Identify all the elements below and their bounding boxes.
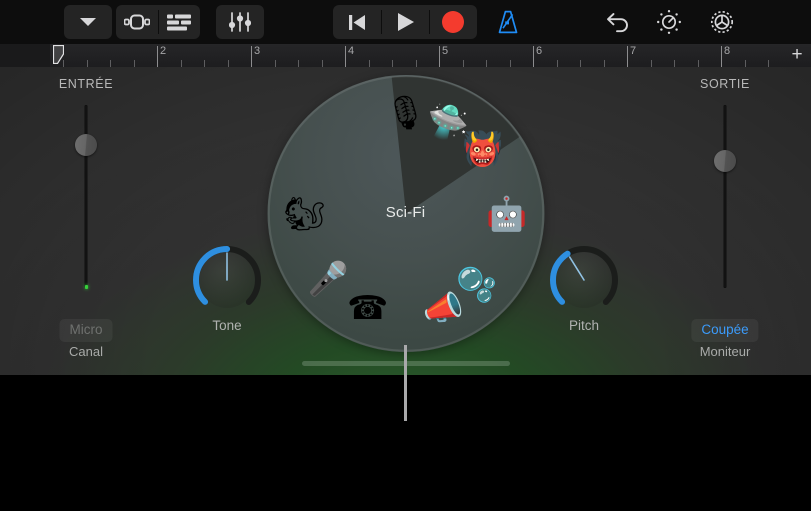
fx-button[interactable] <box>649 5 689 39</box>
tone-knob-label: Tone <box>212 318 242 333</box>
rewind-button[interactable] <box>333 5 381 39</box>
ruler-bar-number: 5 <box>442 45 449 57</box>
ruler-beat-tick <box>651 60 652 67</box>
ruler-beat-tick <box>275 60 276 67</box>
ruler-beat-tick <box>604 60 605 67</box>
fx-dial-icon <box>657 10 681 34</box>
view-switch-group <box>116 5 200 39</box>
ruler-beat-tick <box>204 60 205 67</box>
navigation-group <box>64 5 112 39</box>
mixer-group <box>216 5 264 39</box>
pitch-knob[interactable] <box>546 242 622 318</box>
ruler-beat-tick <box>322 60 323 67</box>
faders-icon <box>229 12 251 32</box>
ruler-bar-number: 2 <box>160 45 167 57</box>
input-level-slider[interactable] <box>84 105 88 288</box>
tone-knob-face <box>199 252 255 308</box>
ruler-beat-tick <box>557 60 558 67</box>
output-monitor-label: Moniteur <box>699 344 751 359</box>
undo-icon <box>607 13 628 33</box>
record-button[interactable] <box>429 5 477 39</box>
rewind-icon <box>349 14 365 30</box>
tracks-icon <box>167 14 191 30</box>
output-level-handle[interactable] <box>714 150 736 172</box>
ruler-beat-tick <box>228 60 229 67</box>
ruler-bar-number: 3 <box>254 45 261 57</box>
tone-knob[interactable] <box>189 242 265 318</box>
metronome-button[interactable] <box>488 5 528 39</box>
playhead-marker[interactable] <box>53 45 64 64</box>
input-strip: ENTRÉE Micro Canal <box>0 67 172 375</box>
input-channel-label: Canal <box>69 344 103 359</box>
ruler-beat-tick <box>510 60 511 67</box>
ruler-beat-tick <box>463 60 464 67</box>
ruler-beat-tick <box>416 60 417 67</box>
input-level-handle[interactable] <box>75 134 97 156</box>
ruler-beat-tick <box>674 60 675 67</box>
top-toolbar <box>0 0 811 45</box>
ruler-beat-tick <box>298 60 299 67</box>
output-title: SORTIE <box>700 77 750 91</box>
fx-karaoke[interactable]: 🎤 <box>301 251 355 305</box>
undo-button[interactable] <box>599 5 639 39</box>
ruler-bar-number: 8 <box>724 45 731 57</box>
instrument-view-button[interactable] <box>116 5 158 39</box>
wheel-center-label: Sci-Fi <box>385 203 426 221</box>
play-button[interactable] <box>381 5 429 39</box>
ruler-beat-tick <box>181 60 182 67</box>
ruler-bar-number: 7 <box>630 45 637 57</box>
tracks-view-button[interactable] <box>158 5 200 39</box>
chevron-down-icon <box>80 18 96 26</box>
voice-effect-wheel[interactable]: 🛸 🎙 👹 🤖 🫧 📣 ☎ 🎤 🐿 Sci-Fi <box>267 75 544 352</box>
ruler-beat-tick <box>486 60 487 67</box>
ruler-left-gutter <box>0 44 50 67</box>
play-icon <box>397 13 414 31</box>
fx-megaphone[interactable]: 📣 <box>416 280 470 334</box>
gear-icon <box>710 10 734 34</box>
output-monitor-button[interactable]: Coupée <box>691 319 759 342</box>
ruler-beat-tick <box>392 60 393 67</box>
pitch-knob-wrapper: Pitch <box>546 242 622 333</box>
ruler-bar-number: 6 <box>536 45 543 57</box>
transport-group <box>333 5 477 39</box>
garageband-audio-recorder: 2 3 4 5 6 7 8 + ENTRÉE Micro Canal SORTIE Coup… <box>0 0 811 511</box>
fx-microphone[interactable]: 🎙 <box>379 86 433 140</box>
ruler-bar-number: 4 <box>348 45 355 57</box>
ruler-beat-tick <box>87 60 88 67</box>
instrument-icon <box>124 14 150 30</box>
ruler-background <box>0 44 811 67</box>
fx-monster[interactable]: 👹 <box>456 122 510 176</box>
input-level-led <box>84 285 88 289</box>
tone-knob-wrapper: Tone <box>189 242 265 333</box>
ruler-beat-tick <box>698 60 699 67</box>
settings-button[interactable] <box>702 5 742 39</box>
ruler-beat-tick <box>745 60 746 67</box>
ruler-beat-tick <box>110 60 111 67</box>
metronome-icon <box>498 10 518 34</box>
pitch-knob-face <box>556 252 612 308</box>
ruler-beat-tick <box>768 60 769 67</box>
timeline-ruler[interactable]: 2 3 4 5 6 7 8 + <box>0 44 811 68</box>
input-title: ENTRÉE <box>58 77 114 91</box>
ruler-beat-tick <box>580 60 581 67</box>
audio-recorder-panel: ENTRÉE Micro Canal SORTIE Coupée Moniteu… <box>0 67 811 375</box>
navigation-chevron-button[interactable] <box>64 5 112 39</box>
mixer-button[interactable] <box>216 5 264 39</box>
ruler-beat-tick <box>369 60 370 67</box>
input-channel-button[interactable]: Micro <box>59 319 113 342</box>
output-strip: SORTIE Coupée Moniteur <box>639 67 811 375</box>
playhead-line <box>404 345 407 421</box>
pitch-knob-label: Pitch <box>568 318 599 333</box>
ruler-beat-tick <box>134 60 135 67</box>
record-icon <box>442 11 464 33</box>
output-level-slider[interactable] <box>723 105 727 288</box>
add-track-button[interactable]: + <box>787 45 807 65</box>
